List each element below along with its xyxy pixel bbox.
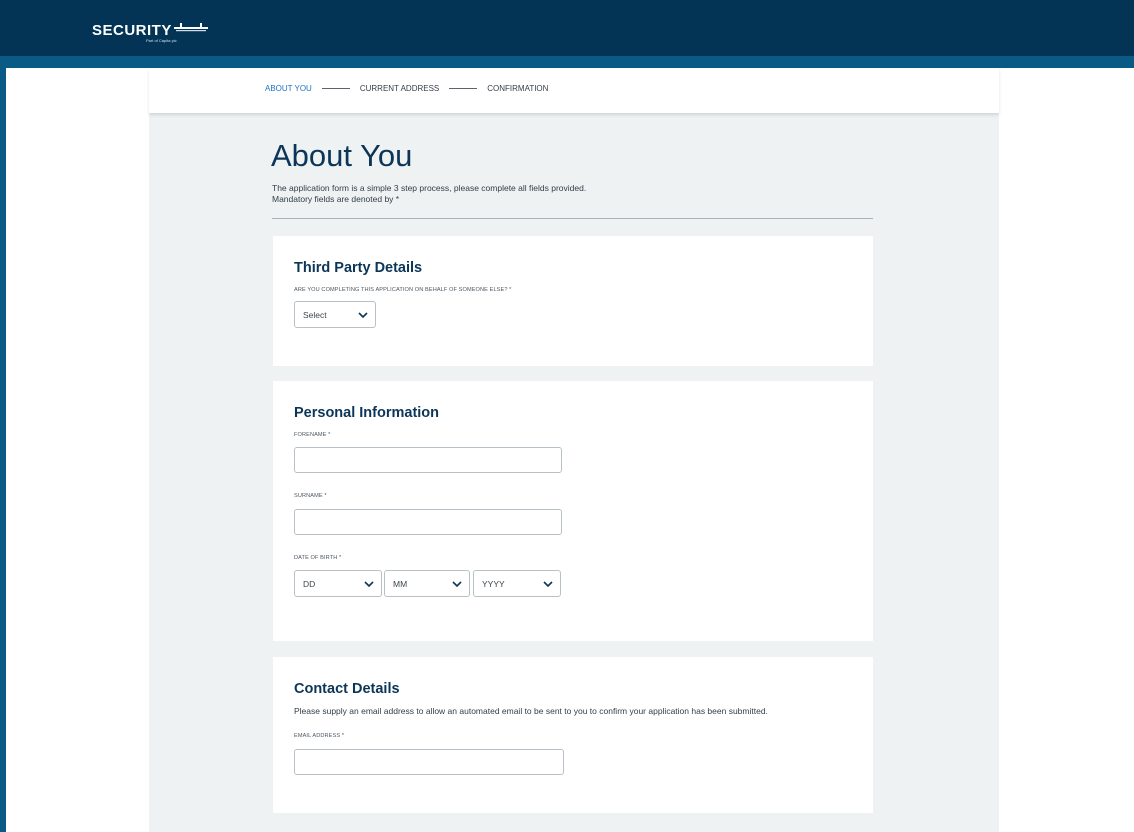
step-about-you[interactable]: ABOUT YOU bbox=[265, 84, 312, 93]
forename-label: FORENAME * bbox=[294, 432, 331, 438]
surname-input[interactable] bbox=[294, 509, 562, 535]
chevron-down-icon bbox=[364, 580, 374, 587]
third-party-select[interactable]: Select bbox=[294, 301, 376, 328]
left-edge-bar bbox=[0, 62, 6, 832]
site-logo[interactable]: SECURITY Part of Capita plc bbox=[92, 22, 208, 46]
third-party-card: Third Party Details ARE YOU COMPLETING T… bbox=[273, 236, 873, 366]
header-stripe bbox=[0, 56, 1134, 68]
logo-tagline: Part of Capita plc bbox=[146, 38, 177, 43]
chevron-down-icon bbox=[543, 580, 553, 587]
page-frame: SECURITY Part of Capita plc ABOUT YOU CU… bbox=[0, 0, 1134, 832]
intro-line-1: The application form is a simple 3 step … bbox=[272, 183, 587, 193]
contact-details-title: Contact Details bbox=[294, 681, 400, 697]
chevron-down-icon bbox=[358, 311, 368, 318]
email-label: EMAIL ADDRESS * bbox=[294, 733, 345, 739]
forename-input[interactable] bbox=[294, 447, 562, 473]
step-connector bbox=[449, 88, 478, 89]
intro-line-2: Mandatory fields are denoted by * bbox=[272, 194, 400, 204]
dob-day-value: DD bbox=[303, 578, 316, 589]
dob-year-select[interactable]: YYYY bbox=[473, 570, 561, 597]
step-current-address[interactable]: CURRENT ADDRESS bbox=[360, 84, 439, 93]
logo-mark-icon bbox=[173, 22, 208, 36]
third-party-title: Third Party Details bbox=[294, 260, 423, 276]
chevron-down-icon bbox=[452, 580, 462, 587]
section-divider bbox=[272, 218, 873, 219]
page-title: About You bbox=[271, 138, 413, 173]
dob-year-value: YYYY bbox=[482, 578, 505, 589]
logo-text: SECURITY bbox=[92, 22, 172, 39]
dob-day-select[interactable]: DD bbox=[294, 570, 382, 597]
third-party-question-label: ARE YOU COMPLETING THIS APPLICATION ON B… bbox=[294, 287, 512, 293]
dob-month-value: MM bbox=[393, 578, 408, 589]
progress-stepper: ABOUT YOU CURRENT ADDRESS CONFIRMATION bbox=[149, 68, 999, 113]
contact-details-card: Contact Details Please supply an email a… bbox=[273, 657, 873, 813]
step-confirmation[interactable]: CONFIRMATION bbox=[487, 84, 548, 93]
select-value: Select bbox=[303, 309, 327, 320]
stepper-steps: ABOUT YOU CURRENT ADDRESS CONFIRMATION bbox=[265, 84, 548, 93]
dob-label: DATE OF BIRTH * bbox=[294, 555, 342, 561]
step-connector bbox=[321, 88, 350, 89]
contact-description: Please supply an email address to allow … bbox=[294, 706, 768, 716]
personal-info-card: Personal Information FORENAME * SURNAME … bbox=[273, 381, 873, 641]
surname-label: SURNAME * bbox=[294, 493, 327, 499]
personal-info-title: Personal Information bbox=[294, 405, 440, 421]
page-intro: The application form is a simple 3 step … bbox=[272, 183, 586, 205]
dob-month-select[interactable]: MM bbox=[384, 570, 470, 597]
email-input[interactable] bbox=[294, 749, 564, 775]
